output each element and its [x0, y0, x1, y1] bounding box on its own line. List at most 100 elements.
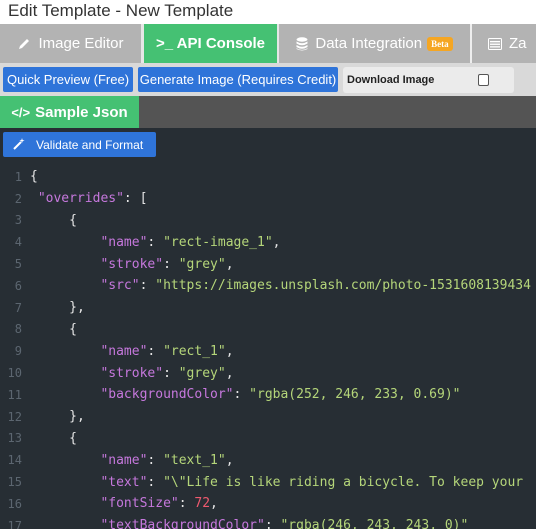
json-number: 72 [194, 496, 211, 512]
generate-image-button[interactable]: Generate Image (Requires Credit) [138, 67, 338, 92]
json-punct: : [147, 452, 164, 468]
json-punct: , [225, 365, 234, 381]
line-content: { [22, 169, 38, 184]
line-number: 12 [7, 409, 22, 424]
json-punct: , [272, 234, 281, 250]
line-number: 3 [14, 213, 22, 228]
line-content: "text": "\"Life is like riding a bicycle… [22, 475, 523, 490]
json-editor[interactable]: Validate and Format 1{2 "overrides": [3 … [0, 128, 536, 529]
code-line: 14 "name": "text_1", [0, 449, 536, 471]
json-string: "\"Life is like riding a bicycle. To kee… [163, 474, 524, 490]
json-key: "src" [100, 278, 140, 294]
line-content: }, [22, 409, 85, 424]
tab-data-integration[interactable]: Data Integration Beta [279, 24, 472, 63]
line-content: "src": "https://images.unsplash.com/phot… [22, 278, 531, 294]
tab-api-console[interactable]: >_ API Console [142, 24, 279, 63]
code-line: 11 "backgroundColor": "rgba(252, 246, 23… [0, 384, 536, 406]
json-punct: : [233, 387, 250, 403]
json-punct: }, [69, 300, 85, 316]
json-punct: { [69, 321, 77, 337]
json-key: "name" [100, 234, 148, 250]
quick-preview-button[interactable]: Quick Preview (Free) [3, 67, 133, 92]
line-content: "overrides": [ [22, 191, 148, 207]
line-number: 9 [14, 344, 22, 359]
tab-zapier[interactable]: Za [472, 24, 536, 63]
line-content: "name": "rect_1", [22, 343, 234, 359]
json-punct: { [69, 430, 77, 446]
sample-json-bar: </> Sample Json [0, 96, 536, 128]
json-punct: : [ [123, 191, 148, 207]
json-string: "rect_1" [163, 343, 226, 359]
database-icon [296, 36, 308, 51]
json-punct: : [163, 365, 179, 381]
tab-label: Data Integration [315, 35, 423, 52]
code-line: 2 "overrides": [ [0, 188, 536, 210]
line-number: 15 [7, 475, 22, 490]
window-title: Edit Template - New Template [0, 0, 536, 24]
tab-label: Sample Json [35, 103, 128, 121]
code-line: 16 "fontSize": 72, [0, 493, 536, 515]
json-punct: : [147, 343, 164, 359]
code-line: 4 "name": "rect-image_1", [0, 231, 536, 253]
json-string: "https://images.unsplash.com/photo-15316… [155, 278, 531, 294]
code-line: 1{ [0, 166, 536, 188]
json-string: "rgba(252, 246, 233, 0.69)" [249, 387, 461, 403]
pencil-icon [17, 37, 31, 51]
line-number: 6 [14, 278, 22, 293]
line-number: 7 [14, 300, 22, 315]
line-content: { [22, 431, 77, 446]
download-image-option: Download Image [343, 66, 514, 93]
line-content: "name": "rect-image_1", [22, 235, 280, 250]
line-content: "stroke": "grey", [22, 365, 234, 381]
line-number: 17 [7, 518, 22, 529]
code-line: 13 { [0, 428, 536, 450]
json-punct: , [225, 452, 234, 468]
json-key: "fontSize" [100, 496, 179, 512]
json-string: "rgba(246, 243, 243, 0)" [280, 518, 469, 529]
beta-badge: Beta [427, 36, 453, 51]
code-line: 9 "name": "rect_1", [0, 340, 536, 362]
json-key: "stroke" [100, 365, 164, 381]
line-number: 14 [7, 453, 22, 468]
action-toolbar: Quick Preview (Free) Generate Image (Req… [0, 63, 536, 96]
validate-format-button[interactable]: Validate and Format [3, 132, 156, 157]
code-line: 3 { [0, 210, 536, 232]
json-string: "text_1" [163, 452, 226, 468]
json-key: "name" [100, 452, 148, 468]
json-key: "stroke" [100, 256, 164, 272]
code-lines: 1{2 "overrides": [3 {4 "name": "rect-ima… [0, 166, 536, 529]
code-line: 5 "stroke": "grey", [0, 253, 536, 275]
json-punct: : [147, 474, 164, 490]
main-tabs: Image Editor >_ API Console Data Integra… [0, 24, 536, 63]
json-punct: { [69, 212, 77, 228]
code-line: 8 { [0, 319, 536, 341]
code-line: 10 "stroke": "grey", [0, 362, 536, 384]
json-key: "textBackgroundColor" [100, 518, 265, 529]
line-number: 8 [14, 322, 22, 337]
line-number: 16 [7, 496, 22, 511]
line-number: 11 [7, 387, 22, 402]
json-string: "grey" [178, 256, 226, 272]
download-image-label: Download Image [347, 73, 435, 86]
magic-wand-icon [13, 137, 26, 153]
download-image-checkbox[interactable] [478, 73, 490, 86]
json-punct: : [178, 496, 195, 512]
code-line: 7 }, [0, 297, 536, 319]
line-content: "name": "text_1", [22, 452, 234, 468]
code-line: 6 "src": "https://images.unsplash.com/ph… [0, 275, 536, 297]
tab-image-editor[interactable]: Image Editor [0, 24, 142, 63]
code-line: 12 }, [0, 406, 536, 428]
json-punct: , [225, 343, 234, 359]
tab-sample-json[interactable]: </> Sample Json [0, 96, 139, 128]
json-punct: , [210, 496, 218, 512]
line-number: 2 [14, 191, 22, 206]
code-icon: </> [11, 104, 31, 120]
line-content: "stroke": "grey", [22, 256, 233, 272]
tab-label: Za [509, 35, 527, 52]
json-punct: : [147, 234, 164, 250]
json-string: "rect-image_1" [163, 234, 273, 250]
code-line: 17 "textBackgroundColor": "rgba(246, 243… [0, 515, 536, 529]
table-icon [488, 37, 502, 50]
json-punct: : [264, 518, 281, 529]
json-key: "overrides" [37, 191, 124, 207]
